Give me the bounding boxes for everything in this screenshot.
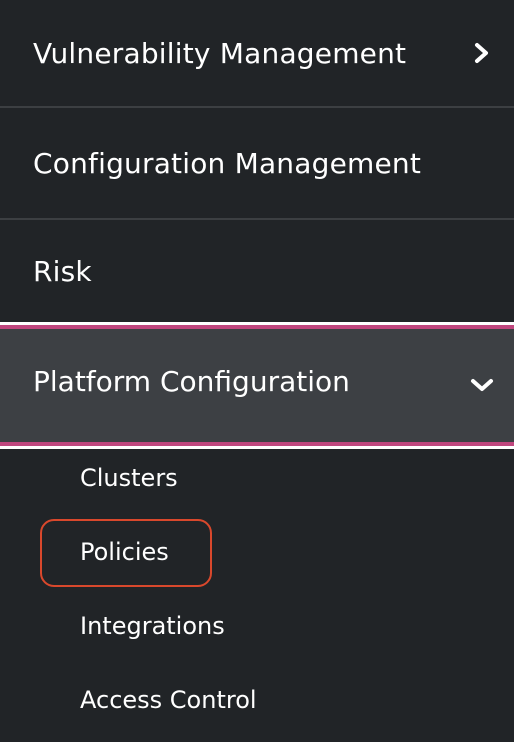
chevron-down-icon [470, 373, 494, 397]
sub-nav-item-policies[interactable]: Policies [80, 538, 169, 566]
nav-item-platform-configuration[interactable]: Platform Configuration [0, 322, 514, 450]
nav-item-label: Risk [33, 254, 92, 288]
nav-item-label: Platform Configuration [33, 365, 350, 398]
nav-item-configuration-management[interactable]: Configuration Management [0, 108, 514, 218]
expanded-border-bottom [0, 446, 514, 449]
nav-item-vulnerability-management[interactable]: Vulnerability Management [0, 0, 514, 106]
sub-nav-item-integrations[interactable]: Integrations [80, 612, 225, 640]
chevron-right-icon [470, 41, 494, 65]
expanded-header[interactable]: Platform Configuration [0, 329, 514, 442]
nav-item-risk[interactable]: Risk [0, 220, 514, 322]
nav-item-label: Vulnerability Management [33, 36, 407, 70]
nav-item-label: Configuration Management [33, 146, 422, 180]
sub-nav-item-access-control[interactable]: Access Control [80, 686, 257, 714]
sub-nav-item-clusters[interactable]: Clusters [80, 464, 178, 492]
side-navigation: Vulnerability Management Configuration M… [0, 0, 514, 742]
